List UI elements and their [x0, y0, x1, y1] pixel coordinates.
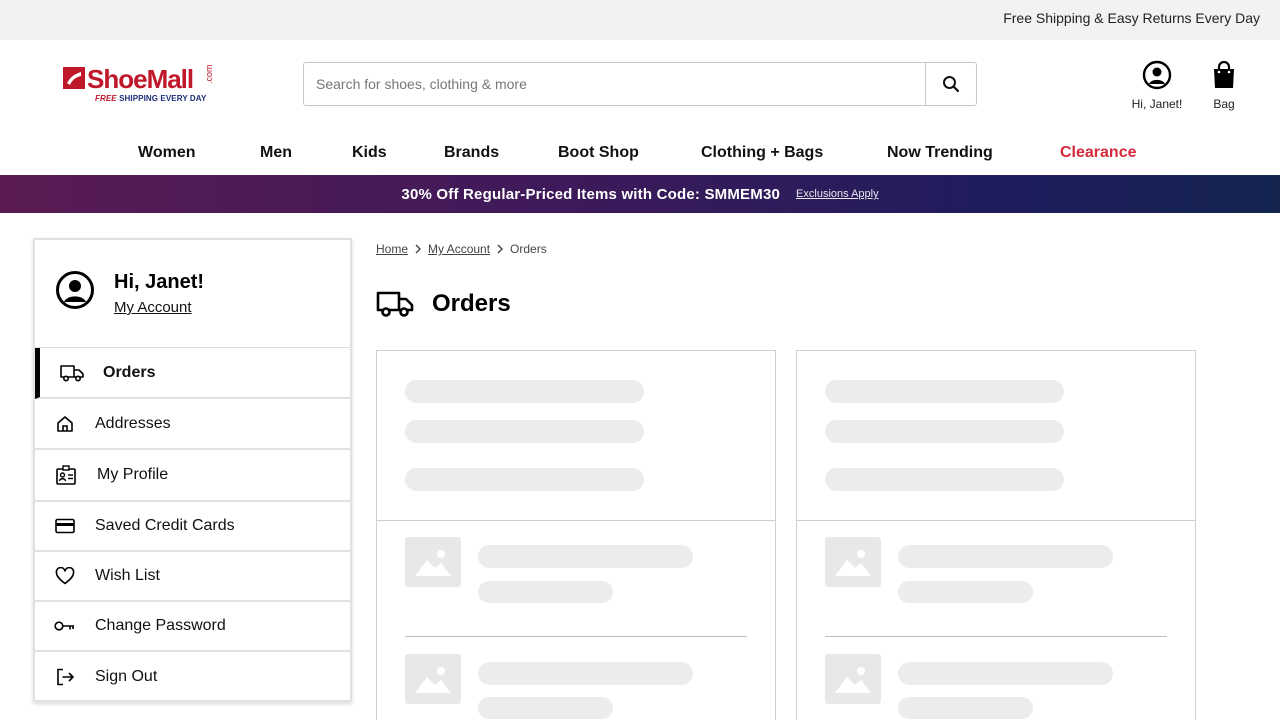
user-circle-icon	[1142, 60, 1172, 90]
sidebar-greeting: Hi, Janet! My Account	[35, 240, 350, 348]
sidebar-item-label: Saved Credit Cards	[95, 517, 235, 534]
promo-banner: 30% Off Regular-Priced Items with Code: …	[0, 175, 1280, 213]
account-label: Hi, Janet!	[1131, 97, 1183, 111]
sidebar-item-wish-list[interactable]: Wish List	[35, 552, 350, 602]
bag-button[interactable]: Bag	[1204, 60, 1244, 111]
sidebar-item-saved-credit-cards[interactable]: Saved Credit Cards	[35, 502, 350, 552]
skeleton-bar	[825, 380, 1064, 403]
chevron-right-icon	[415, 244, 422, 254]
image-placeholder-icon	[405, 537, 461, 587]
page-title: Orders	[432, 290, 511, 317]
sidebar-item-sign-out[interactable]: Sign Out	[35, 652, 350, 702]
announcement-text: Free Shipping & Easy Returns Every Day	[1003, 10, 1260, 26]
shopping-bag-icon	[1214, 60, 1234, 88]
nav-clothing-bags[interactable]: Clothing + Bags	[701, 144, 823, 162]
image-placeholder-icon	[825, 537, 881, 587]
skeleton-bar	[825, 468, 1064, 491]
sidebar-item-label: Wish List	[95, 567, 160, 584]
nav-women[interactable]: Women	[138, 144, 195, 162]
breadcrumb: Home My Account Orders	[376, 242, 547, 256]
sidebar-item-my-profile[interactable]: My Profile	[35, 450, 350, 502]
search-input[interactable]	[304, 63, 925, 105]
skeleton-bar	[478, 545, 693, 568]
skeleton-bar	[898, 545, 1113, 568]
account-menu[interactable]: Hi, Janet!	[1124, 60, 1190, 111]
order-card-skeleton	[796, 350, 1196, 720]
id-card-icon	[56, 465, 76, 485]
order-card-skeleton	[376, 350, 776, 720]
sidebar-item-label: Orders	[103, 363, 156, 381]
page-header: Orders	[376, 290, 511, 318]
skeleton-bar	[405, 468, 644, 491]
search-bar	[303, 62, 977, 106]
divider	[825, 636, 1167, 637]
search-icon	[943, 76, 960, 93]
nav-now-trending[interactable]: Now Trending	[887, 144, 993, 162]
sidebar-item-label: Addresses	[95, 415, 171, 432]
truck-icon	[59, 364, 84, 382]
sidebar-item-orders[interactable]: Orders	[35, 348, 350, 399]
exclusions-link[interactable]: Exclusions Apply	[796, 188, 879, 200]
svg-text:ShoeMall: ShoeMall	[87, 64, 193, 94]
sidebar-item-label: Change Password	[95, 617, 226, 634]
nav-brands[interactable]: Brands	[444, 144, 499, 162]
nav-kids[interactable]: Kids	[352, 144, 387, 162]
nav-boot-shop[interactable]: Boot Shop	[558, 144, 639, 162]
logo-tagline: FREE SHIPPING EVERY DAY	[95, 94, 207, 103]
skeleton-bar	[478, 662, 693, 685]
image-placeholder-icon	[825, 654, 881, 704]
search-button[interactable]	[925, 63, 976, 105]
home-icon	[57, 416, 73, 432]
sidebar-item-label: Sign Out	[95, 668, 158, 685]
sidebar-greeting-text: Hi, Janet!	[114, 271, 205, 293]
logo-mark: ShoeMall .com	[63, 64, 214, 94]
skeleton-bar	[898, 697, 1033, 719]
chevron-right-icon	[497, 244, 504, 254]
skeleton-bar	[898, 662, 1113, 685]
main-nav: Women Men Kids Brands Boot Shop Clothing…	[0, 140, 1280, 175]
sidebar-item-change-password[interactable]: Change Password	[35, 602, 350, 652]
credit-card-icon	[55, 518, 75, 534]
skeleton-bar	[405, 380, 644, 403]
announcement-bar: Free Shipping & Easy Returns Every Day	[0, 0, 1280, 40]
user-circle-icon	[56, 271, 94, 309]
skeleton-bar	[478, 581, 613, 603]
skeleton-bar	[478, 697, 613, 719]
bag-label: Bag	[1213, 97, 1235, 111]
breadcrumb-home[interactable]: Home	[376, 242, 408, 256]
my-account-link[interactable]: My Account	[114, 299, 192, 316]
nav-clearance[interactable]: Clearance	[1060, 144, 1137, 162]
promo-text: 30% Off Regular-Priced Items with Code: …	[401, 185, 781, 203]
truck-icon	[376, 291, 414, 317]
divider	[405, 636, 747, 637]
sidebar-item-addresses[interactable]: Addresses	[35, 400, 350, 450]
skeleton-bar	[825, 420, 1064, 443]
breadcrumb-current: Orders	[510, 242, 547, 256]
account-sidebar: Hi, Janet! My Account Orders Addresses M…	[33, 238, 352, 702]
nav-men[interactable]: Men	[260, 144, 292, 162]
logo[interactable]: ShoeMall .com FREE SHIPPING EVERY DAY	[62, 62, 222, 108]
skeleton-bar	[898, 581, 1033, 603]
svg-text:.com: .com	[204, 64, 214, 84]
key-icon	[54, 621, 74, 631]
breadcrumb-my-account[interactable]: My Account	[428, 242, 490, 256]
sidebar-item-label: My Profile	[97, 466, 169, 483]
image-placeholder-icon	[405, 654, 461, 704]
sign-out-icon	[57, 668, 74, 686]
heart-icon	[55, 567, 75, 585]
skeleton-bar	[405, 420, 644, 443]
